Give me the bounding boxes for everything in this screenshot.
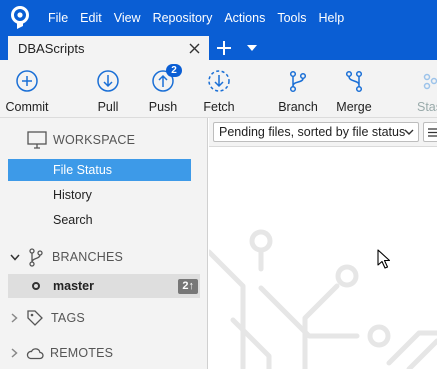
merge-button[interactable]: Merge bbox=[334, 68, 374, 116]
commit-icon bbox=[14, 68, 40, 94]
fetch-icon bbox=[206, 68, 232, 94]
list-view-toggle[interactable] bbox=[423, 122, 437, 142]
menu-tools[interactable]: Tools bbox=[271, 0, 312, 36]
file-status-panel: Pending files, sorted by file status bbox=[209, 118, 437, 369]
stash-icon bbox=[417, 68, 437, 94]
sort-dropdown[interactable]: Pending files, sorted by file status bbox=[213, 122, 419, 142]
close-icon[interactable] bbox=[185, 39, 203, 57]
menu-view[interactable]: View bbox=[108, 0, 147, 36]
menu-bar: File Edit View Repository Actions Tools … bbox=[0, 0, 437, 36]
menu-repository[interactable]: Repository bbox=[147, 0, 219, 36]
branch-icon bbox=[28, 247, 44, 267]
chevron-down-icon bbox=[404, 126, 414, 141]
cloud-icon bbox=[26, 346, 44, 360]
branch-item-master[interactable]: master 2↑ bbox=[8, 274, 200, 298]
sidebar-item-search[interactable]: Search bbox=[8, 209, 191, 231]
tag-icon bbox=[26, 309, 44, 327]
list-icon bbox=[428, 127, 437, 137]
chevron-down-icon[interactable] bbox=[244, 40, 260, 56]
chevron-right-icon[interactable] bbox=[11, 313, 18, 323]
workspace-header-label: WORKSPACE bbox=[53, 133, 136, 147]
menu-file[interactable]: File bbox=[42, 0, 74, 36]
menu-help[interactable]: Help bbox=[313, 0, 351, 36]
commit-label: Commit bbox=[5, 100, 49, 114]
tags-header-label: TAGS bbox=[51, 311, 85, 325]
plus-icon[interactable] bbox=[214, 38, 234, 58]
merge-icon bbox=[341, 68, 367, 94]
remotes-header[interactable]: REMOTES bbox=[0, 340, 208, 366]
tab-title: DBAScripts bbox=[18, 40, 85, 56]
file-filter-bar: Pending files, sorted by file status bbox=[209, 118, 437, 147]
workspace-header[interactable]: WORKSPACE bbox=[0, 127, 208, 153]
tags-header[interactable]: TAGS bbox=[0, 305, 208, 331]
sidebar-item-file-status[interactable]: File Status bbox=[8, 159, 191, 181]
ahead-count-badge: 2↑ bbox=[178, 278, 198, 294]
empty-state-background-art bbox=[209, 229, 437, 369]
chevron-down-icon[interactable] bbox=[10, 254, 20, 261]
chevron-right-icon[interactable] bbox=[11, 348, 18, 358]
menu-actions[interactable]: Actions bbox=[218, 0, 271, 36]
tab-strip: DBAScripts bbox=[0, 36, 437, 60]
sourcetree-logo-icon[interactable] bbox=[8, 6, 32, 30]
mouse-cursor-icon bbox=[377, 249, 391, 269]
remotes-header-label: REMOTES bbox=[50, 346, 114, 360]
sort-dropdown-label: Pending files, sorted by file status bbox=[219, 125, 406, 139]
branches-header-label: BRANCHES bbox=[52, 250, 124, 264]
branch-icon bbox=[285, 68, 311, 94]
push-icon: 2 bbox=[150, 64, 182, 94]
branch-label: Branch bbox=[278, 100, 318, 114]
push-button[interactable]: 2 Push bbox=[147, 64, 182, 116]
fetch-label: Fetch bbox=[203, 100, 235, 114]
sidebar: WORKSPACE File Status History Search BRA… bbox=[0, 118, 208, 369]
push-label: Push bbox=[148, 100, 178, 114]
commit-button[interactable]: Commit bbox=[5, 68, 49, 116]
sidebar-item-history[interactable]: History bbox=[8, 184, 191, 206]
stash-label: Stas bbox=[417, 100, 437, 114]
merge-label: Merge bbox=[336, 100, 372, 114]
branch-button[interactable]: Branch bbox=[278, 68, 318, 116]
menu-edit[interactable]: Edit bbox=[74, 0, 108, 36]
branch-name: master bbox=[53, 279, 94, 293]
current-branch-icon bbox=[32, 282, 40, 290]
push-count-badge: 2 bbox=[166, 64, 182, 77]
pull-button[interactable]: Pull bbox=[93, 68, 123, 116]
monitor-icon bbox=[27, 131, 47, 149]
pull-icon bbox=[95, 68, 121, 94]
tab-repository[interactable]: DBAScripts bbox=[8, 36, 209, 60]
fetch-button[interactable]: Fetch bbox=[203, 68, 235, 116]
branches-header[interactable]: BRANCHES bbox=[0, 244, 208, 270]
pull-label: Pull bbox=[97, 100, 119, 114]
stash-button[interactable]: Stas bbox=[417, 68, 437, 116]
toolbar: Commit Pull 2 Push Fetch Branch Merge St… bbox=[0, 60, 437, 118]
